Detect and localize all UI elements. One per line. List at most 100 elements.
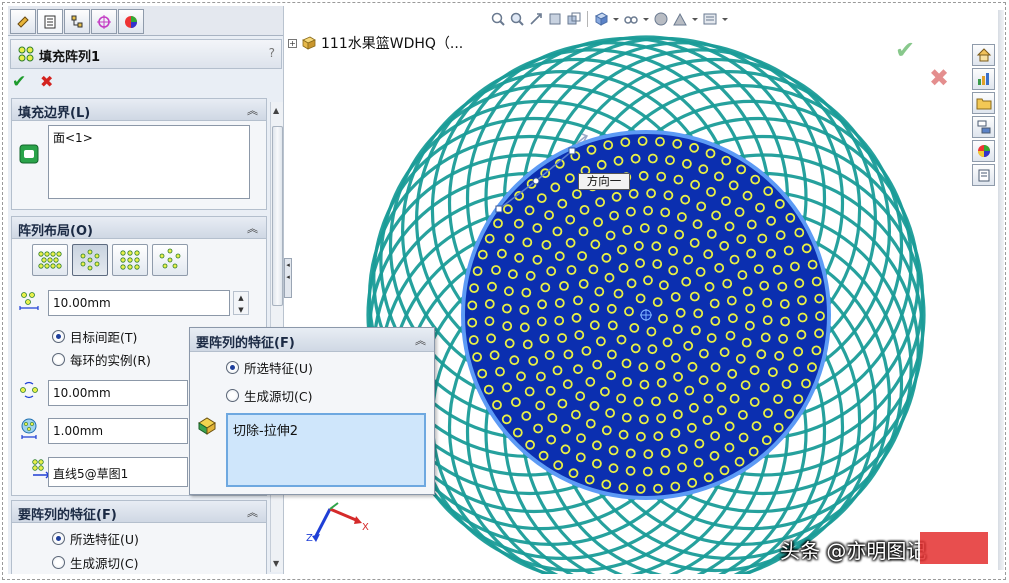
sketch-point <box>532 177 540 185</box>
hide-show-items-icon[interactable] <box>623 11 639 27</box>
zoom-to-fit-icon[interactable] <box>490 11 506 27</box>
radio-button[interactable] <box>226 388 239 402</box>
fill-boundary-list[interactable]: 面<1> <box>48 125 250 199</box>
confirm-cancel-icon[interactable]: ✖ <box>929 64 949 92</box>
view-settings-icon[interactable] <box>702 11 718 27</box>
field-value: 10.00mm <box>53 296 111 310</box>
dropdown-arrow-icon[interactable] <box>721 11 729 27</box>
face-select-icon <box>19 144 39 164</box>
collapse-chevron-icon[interactable]: ︽ <box>247 102 258 118</box>
part-icon <box>302 36 316 50</box>
ring-spacing-field[interactable]: 10.00mm <box>48 290 230 316</box>
sketch-point <box>568 147 576 155</box>
pattern-layout-header[interactable]: 阵列布局(O) ︽ <box>12 217 266 239</box>
tab-feature-manager[interactable] <box>10 9 36 34</box>
dropdown-arrow-icon[interactable] <box>612 11 620 27</box>
tree-expand-icon[interactable]: + <box>288 38 297 48</box>
sketch-point <box>495 205 503 213</box>
selected-features-option[interactable]: 所选特征(U) <box>52 529 139 547</box>
dropdown-arrow-icon[interactable] <box>642 11 650 27</box>
task-pane-home-icon[interactable] <box>972 44 995 66</box>
ok-button[interactable]: ✔ <box>12 72 26 92</box>
view-triad <box>312 502 362 542</box>
tab-configuration-manager[interactable] <box>64 9 90 34</box>
radio-label: 生成源切(C) <box>244 388 313 404</box>
fill-boundary-header[interactable]: 填充边界(L) ︽ <box>12 99 266 121</box>
scroll-down-icon[interactable]: ▼ <box>273 559 279 568</box>
features-to-pattern-group: 要阵列的特征(F) ︽ 所选特征(U) 生成源切(C) <box>11 500 267 574</box>
scroll-thumb[interactable] <box>272 126 283 306</box>
margin-field[interactable]: 1.00mm <box>48 418 188 444</box>
radio-button[interactable] <box>52 555 65 569</box>
popup-selected-features-option[interactable]: 所选特征(U) <box>226 358 313 376</box>
target-spacing-option[interactable]: 目标间距(T) <box>52 327 137 345</box>
pattern-direction-field[interactable]: 直线5@草图1 <box>48 457 188 487</box>
edit-appearance-icon[interactable] <box>653 11 669 27</box>
radio-button[interactable] <box>226 360 239 374</box>
popup-header[interactable]: 要阵列的特征(F) ︽ <box>190 328 434 352</box>
panel-collapse-handle[interactable]: ◂ ◂ <box>284 258 292 298</box>
list-item[interactable]: 切除-拉伸2 <box>233 420 298 439</box>
previous-view-icon[interactable] <box>528 11 544 27</box>
popup-generate-seed-cut-option[interactable]: 生成源切(C) <box>226 386 312 404</box>
radio-label: 每环的实例(R) <box>70 352 151 368</box>
radio-button[interactable] <box>52 352 65 366</box>
feature-title: 填充阵列1 <box>39 50 101 65</box>
cancel-button[interactable]: ✖ <box>40 72 53 91</box>
file-explorer-icon[interactable] <box>972 92 995 114</box>
scroll-up-icon[interactable]: ▲ <box>273 106 279 115</box>
tab-property-manager[interactable] <box>37 9 63 34</box>
layout-perforation-button[interactable] <box>32 244 68 276</box>
polygon-layout-icon <box>159 248 181 269</box>
instance-spacing-field[interactable]: 10.00mm <box>48 380 188 406</box>
layout-circular-button[interactable] <box>72 244 108 276</box>
ring-spacing-spinner[interactable]: ▲ ▼ <box>233 291 249 315</box>
features-list[interactable]: 切除-拉伸2 <box>226 413 426 487</box>
axis-x-label: X <box>362 522 369 533</box>
collapse-chevron-icon[interactable]: ︽ <box>247 504 258 520</box>
margin-icon <box>21 418 37 439</box>
instances-per-ring-option[interactable]: 每环的实例(R) <box>52 350 151 368</box>
list-item[interactable]: 面<1> <box>53 129 93 146</box>
feature-tree-root[interactable]: + 111水果篮WDHQ（... <box>288 33 463 53</box>
generate-seed-cut-option[interactable]: 生成源切(C) <box>52 553 138 571</box>
fill-boundary-group: 填充边界(L) ︽ 面<1> <box>11 98 267 210</box>
ring-spacing-icon <box>19 292 39 310</box>
view-palette-icon[interactable] <box>972 116 995 138</box>
fill-pattern-icon <box>18 46 34 62</box>
view-orientation-icon[interactable] <box>566 11 582 27</box>
dropdown-arrow-icon[interactable] <box>691 11 699 27</box>
manager-tabs <box>8 6 283 36</box>
radio-label: 目标间距(T) <box>70 329 138 345</box>
display-style-icon[interactable] <box>593 11 609 27</box>
layout-polygon-button[interactable] <box>152 244 188 276</box>
feature-select-icon <box>198 417 216 435</box>
radio-label: 生成源切(C) <box>70 555 139 571</box>
radio-button[interactable] <box>52 329 65 343</box>
apply-scene-icon[interactable] <box>672 11 688 27</box>
configuration-icon <box>71 15 83 27</box>
custom-properties-icon[interactable] <box>972 164 995 186</box>
help-icon[interactable]: ? <box>269 46 275 60</box>
feature-title-bar: 填充阵列1 ? <box>10 39 282 69</box>
dimxpert-icon <box>97 14 111 29</box>
collapse-chevron-icon[interactable]: ︽ <box>415 332 426 348</box>
design-library-icon[interactable] <box>972 68 995 90</box>
zoom-area-icon[interactable] <box>509 11 525 27</box>
tab-display-manager[interactable] <box>118 9 144 34</box>
circular-layout-icon <box>80 249 100 271</box>
square-layout-icon <box>120 250 140 270</box>
layout-square-button[interactable] <box>112 244 148 276</box>
direction-callout: 方向一 <box>578 173 630 190</box>
appearances-icon[interactable] <box>972 140 995 162</box>
section-view-icon[interactable] <box>547 11 563 27</box>
radio-button[interactable] <box>52 531 65 545</box>
radio-label: 所选特征(U) <box>70 531 139 547</box>
group-title: 要阵列的特征(F) <box>18 508 117 523</box>
confirm-ok-icon[interactable]: ✔ <box>895 36 915 64</box>
field-value: 10.00mm <box>53 386 111 400</box>
model-name: 111水果篮WDHQ（... <box>321 36 464 52</box>
tab-dimxpert-manager[interactable] <box>91 9 117 34</box>
collapse-chevron-icon[interactable]: ︽ <box>247 220 258 236</box>
features-to-pattern-header[interactable]: 要阵列的特征(F) ︽ <box>12 501 266 523</box>
